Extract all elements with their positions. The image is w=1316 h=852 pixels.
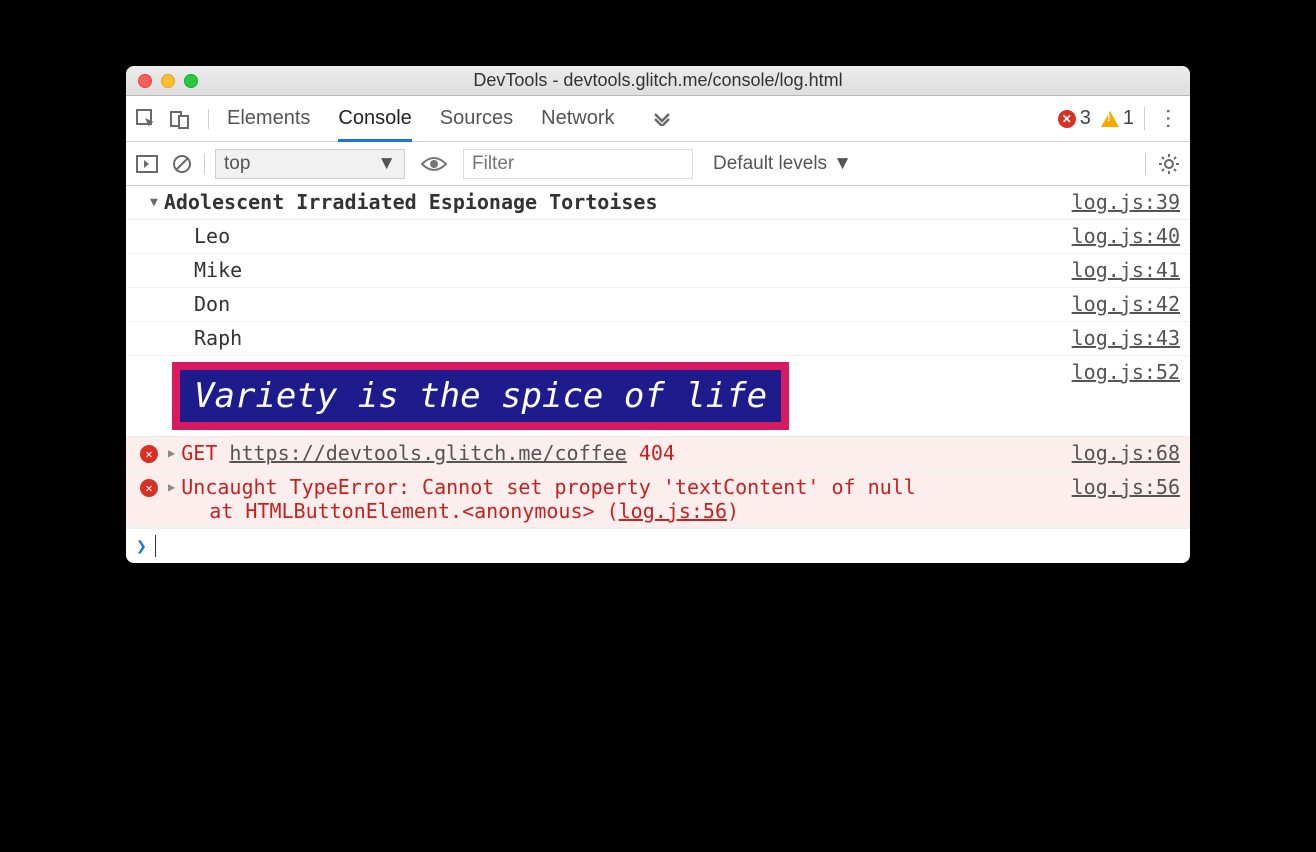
chevron-down-icon: ▼ bbox=[377, 153, 396, 175]
device-toggle-icon[interactable] bbox=[170, 109, 190, 129]
source-link[interactable]: log.js:68 bbox=[1072, 441, 1180, 465]
console-prompt[interactable]: ❯ bbox=[126, 528, 1190, 563]
console-body: ▼ Adolescent Irradiated Espionage Tortoi… bbox=[126, 186, 1190, 563]
sidebar-toggle-icon[interactable] bbox=[136, 155, 158, 173]
filter-input[interactable] bbox=[463, 149, 693, 179]
styled-log-text: Variety is the spice of life bbox=[172, 362, 789, 430]
errors-count: 3 bbox=[1080, 107, 1091, 130]
source-link[interactable]: log.js:41 bbox=[1072, 258, 1180, 282]
log-text: Don bbox=[130, 292, 1072, 316]
log-text: Raph bbox=[130, 326, 1072, 350]
console-log-row: Leo log.js:40 bbox=[126, 220, 1190, 254]
request-url[interactable]: https://devtools.glitch.me/coffee bbox=[229, 441, 626, 465]
console-log-row: Don log.js:42 bbox=[126, 288, 1190, 322]
levels-label: Default levels bbox=[713, 153, 827, 175]
tab-elements[interactable]: Elements bbox=[227, 107, 310, 130]
warnings-badge[interactable]: 1 bbox=[1101, 107, 1134, 130]
console-exception-row: ✕ ▶ Uncaught TypeError: Cannot set prope… bbox=[126, 471, 1190, 528]
console-network-error-row: ✕ ▶ GET https://devtools.glitch.me/coffe… bbox=[126, 437, 1190, 471]
exception-message: Uncaught TypeError: Cannot set property … bbox=[181, 475, 916, 499]
log-text: Mike bbox=[130, 258, 1072, 282]
source-link[interactable]: log.js:52 bbox=[1072, 360, 1180, 384]
tab-network[interactable]: Network bbox=[541, 107, 614, 130]
source-link[interactable]: log.js:42 bbox=[1072, 292, 1180, 316]
live-expression-icon[interactable] bbox=[415, 155, 453, 173]
log-levels-select[interactable]: Default levels ▼ bbox=[713, 153, 852, 175]
titlebar: DevTools - devtools.glitch.me/console/lo… bbox=[126, 66, 1190, 96]
filterbar: top ▼ Default levels ▼ bbox=[126, 142, 1190, 186]
more-tabs-icon[interactable] bbox=[653, 112, 671, 126]
stack-prefix: at HTMLButtonElement.<anonymous> ( bbox=[209, 499, 618, 523]
errors-badge[interactable]: ✕ 3 bbox=[1058, 107, 1091, 130]
inspect-icon[interactable] bbox=[136, 109, 156, 129]
log-text: Leo bbox=[130, 224, 1072, 248]
prompt-caret-icon: ❯ bbox=[136, 536, 147, 557]
source-link[interactable]: log.js:56 bbox=[1072, 475, 1180, 499]
http-method: GET bbox=[181, 441, 217, 465]
stack-suffix: ) bbox=[727, 499, 739, 523]
error-icon: ✕ bbox=[140, 445, 158, 463]
console-log-row: Raph log.js:43 bbox=[126, 322, 1190, 356]
group-title: Adolescent Irradiated Espionage Tortoise… bbox=[164, 190, 658, 214]
console-styled-row: Variety is the spice of life log.js:52 bbox=[126, 356, 1190, 437]
context-select[interactable]: top ▼ bbox=[215, 149, 405, 179]
http-status: 404 bbox=[639, 441, 675, 465]
text-cursor bbox=[155, 535, 156, 557]
console-group-header[interactable]: ▼ Adolescent Irradiated Espionage Tortoi… bbox=[126, 186, 1190, 220]
source-link[interactable]: log.js:40 bbox=[1072, 224, 1180, 248]
tab-console[interactable]: Console bbox=[338, 107, 411, 142]
expand-caret-icon[interactable]: ▶ bbox=[168, 446, 175, 460]
context-value: top bbox=[224, 153, 250, 175]
source-link[interactable]: log.js:43 bbox=[1072, 326, 1180, 350]
tab-sources[interactable]: Sources bbox=[440, 107, 513, 130]
gear-icon[interactable] bbox=[1145, 153, 1180, 175]
clear-console-icon[interactable] bbox=[172, 154, 192, 174]
tabbar: Elements Console Sources Network ✕ 3 1 ⋯ bbox=[126, 96, 1190, 142]
devtools-window: DevTools - devtools.glitch.me/console/lo… bbox=[126, 66, 1190, 563]
warning-icon bbox=[1101, 111, 1119, 127]
warnings-count: 1 bbox=[1123, 107, 1134, 130]
kebab-menu-icon[interactable]: ⋯ bbox=[1156, 107, 1182, 130]
chevron-down-icon: ▼ bbox=[833, 153, 852, 175]
stack-link[interactable]: log.js:56 bbox=[619, 499, 727, 523]
error-icon: ✕ bbox=[1058, 110, 1076, 128]
console-log-row: Mike log.js:41 bbox=[126, 254, 1190, 288]
source-link[interactable]: log.js:39 bbox=[1072, 190, 1180, 214]
expand-caret-icon[interactable]: ▶ bbox=[168, 480, 175, 494]
window-title: DevTools - devtools.glitch.me/console/lo… bbox=[126, 70, 1190, 91]
error-icon: ✕ bbox=[140, 479, 158, 497]
disclosure-triangle-icon[interactable]: ▼ bbox=[150, 195, 158, 210]
